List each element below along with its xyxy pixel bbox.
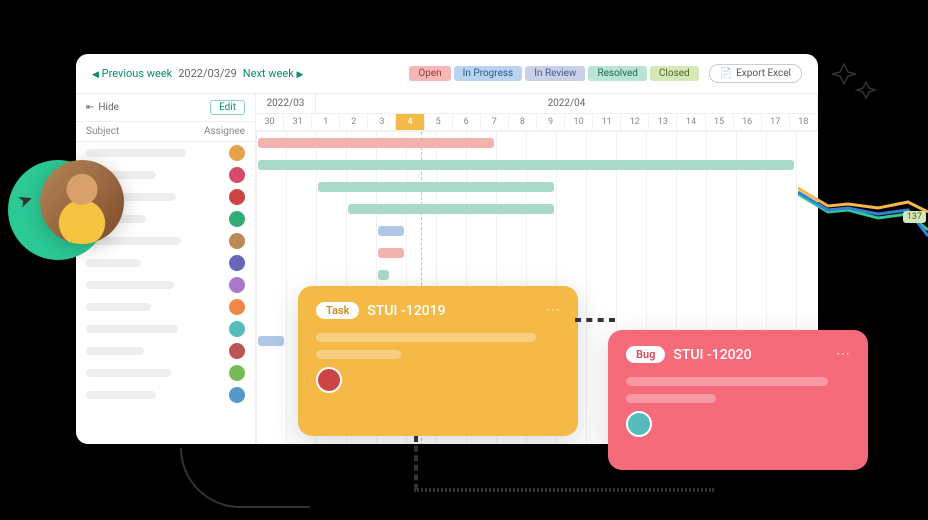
subject-placeholder (86, 369, 171, 377)
sidebar: ⇤ Hide Edit Subject Assignee (76, 94, 256, 444)
gantt-bar[interactable] (378, 248, 404, 258)
subject-placeholder (86, 391, 156, 399)
text-placeholder (316, 333, 536, 342)
export-excel-button[interactable]: 📄 Export Excel (709, 64, 802, 83)
hero-avatar (40, 160, 124, 244)
gantt-bar[interactable] (258, 160, 794, 170)
hide-button[interactable]: ⇤ Hide (86, 102, 119, 113)
assignee-avatar (316, 367, 342, 393)
assignee-avatar (229, 277, 245, 293)
table-row[interactable] (76, 296, 255, 318)
export-icon: 📄 (720, 68, 732, 79)
current-date: 2022/03/29 (178, 67, 237, 80)
edit-button[interactable]: Edit (210, 100, 245, 115)
bug-id: STUI -12020 (673, 347, 751, 363)
gantt-bar[interactable] (318, 182, 554, 192)
day-cell: 5 (425, 114, 453, 131)
bug-card[interactable]: ⋯ Bug STUI -12020 (608, 330, 868, 470)
status-in-progress[interactable]: In Progress (454, 66, 523, 81)
subject-placeholder (86, 281, 174, 289)
day-cell: 7 (481, 114, 509, 131)
sparkle-icon (824, 54, 884, 114)
status-closed[interactable]: Closed (650, 66, 699, 81)
gantt-bar[interactable] (378, 270, 389, 280)
subject-placeholder (86, 259, 141, 267)
table-row[interactable] (76, 384, 255, 406)
column-assignee: Assignee (204, 126, 245, 137)
day-cell: 13 (649, 114, 677, 131)
day-cell: 16 (734, 114, 762, 131)
prev-week-link[interactable]: ◀ Previous week (92, 67, 172, 80)
text-placeholder (316, 350, 401, 359)
day-cell: 4 (396, 114, 424, 131)
connector-line (414, 436, 418, 490)
day-cell: 2 (340, 114, 368, 131)
toolbar: ◀ Previous week 2022/03/29 Next week ▶ O… (76, 54, 818, 94)
month-header: 2022/03 (256, 94, 316, 114)
assignee-avatar (626, 411, 652, 437)
day-cell: 8 (509, 114, 537, 131)
table-row[interactable] (76, 362, 255, 384)
subject-placeholder (86, 325, 178, 333)
status-resolved[interactable]: Resolved (588, 66, 646, 81)
day-cell: 30 (256, 114, 284, 131)
status-open[interactable]: Open (409, 66, 450, 81)
day-cell: 17 (762, 114, 790, 131)
table-row[interactable] (76, 274, 255, 296)
table-row[interactable] (76, 252, 255, 274)
month-header: 2022/04 (316, 94, 818, 114)
assignee-avatar (229, 387, 245, 403)
connector-line (575, 318, 615, 322)
more-icon[interactable]: ⋯ (546, 302, 562, 318)
day-cell: 10 (565, 114, 593, 131)
collapse-icon: ⇤ (86, 102, 94, 113)
assignee-avatar (229, 189, 245, 205)
task-id: STUI -12019 (367, 303, 445, 319)
gantt-bar[interactable] (348, 204, 554, 214)
day-cell: 6 (453, 114, 481, 131)
column-subject: Subject (86, 126, 204, 137)
day-cell: 12 (621, 114, 649, 131)
day-cell: 1 (312, 114, 340, 131)
chart-value: 137 (903, 211, 926, 223)
assignee-avatar (229, 211, 245, 227)
table-row[interactable] (76, 318, 255, 340)
day-cell: 9 (537, 114, 565, 131)
day-cell: 15 (706, 114, 734, 131)
assignee-avatar (229, 167, 245, 183)
mini-chart (798, 178, 928, 238)
next-week-link[interactable]: Next week ▶ (243, 67, 304, 80)
connector-line (414, 488, 714, 492)
subject-placeholder (86, 149, 186, 157)
day-cell: 31 (284, 114, 312, 131)
assignee-avatar (229, 255, 245, 271)
status-in-review[interactable]: In Review (525, 66, 585, 81)
day-cell: 18 (790, 114, 818, 131)
day-cell: 3 (368, 114, 396, 131)
day-cell: 11 (593, 114, 621, 131)
day-cell: 14 (677, 114, 705, 131)
more-icon[interactable]: ⋯ (836, 346, 852, 362)
decorative-curve (180, 448, 310, 508)
text-placeholder (626, 377, 828, 386)
subject-placeholder (86, 303, 151, 311)
task-card[interactable]: ⋯ Task STUI -12019 (298, 286, 578, 436)
text-placeholder (626, 394, 716, 403)
assignee-avatar (229, 343, 245, 359)
assignee-avatar (229, 299, 245, 315)
assignee-avatar (229, 321, 245, 337)
table-row[interactable] (76, 340, 255, 362)
assignee-avatar (229, 233, 245, 249)
subject-placeholder (86, 347, 144, 355)
gantt-bar[interactable] (258, 336, 284, 346)
gantt-bar[interactable] (378, 226, 404, 236)
task-tag: Task (316, 302, 359, 319)
gantt-bar[interactable] (258, 138, 494, 148)
assignee-avatar (229, 145, 245, 161)
assignee-avatar (229, 365, 245, 381)
bug-tag: Bug (626, 346, 665, 363)
